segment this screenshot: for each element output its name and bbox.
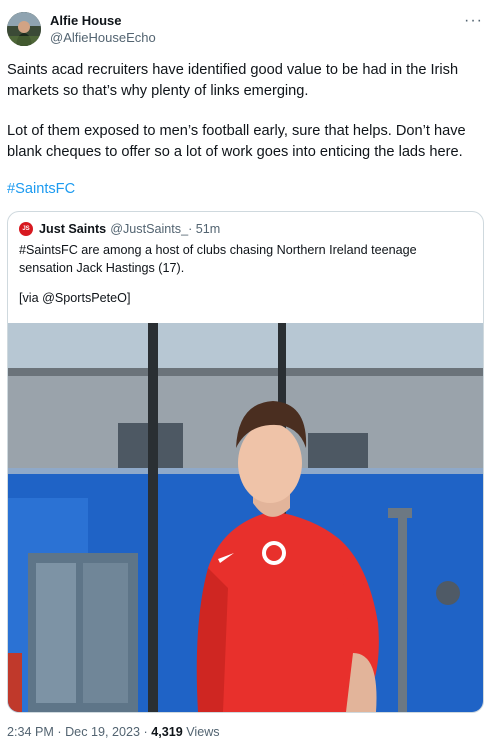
tweet: Alfie House @AlfieHouseEcho ··· Saints a… <box>0 0 497 750</box>
more-options-icon[interactable]: ··· <box>464 12 483 30</box>
avatar-image <box>7 12 41 46</box>
views-count: 4,319 <box>151 725 183 739</box>
tweet-timestamp[interactable]: 2:34 PM · Dec 19, 2023 · <box>7 725 151 739</box>
author-handle[interactable]: @AlfieHouseEcho <box>50 30 156 46</box>
quoted-tweet-time[interactable]: · 51m <box>188 222 220 236</box>
author-name[interactable]: Alfie House <box>50 13 156 29</box>
quoted-tweet-text: #SaintsFC are among a host of clubs chas… <box>19 243 417 275</box>
quoted-author-handle[interactable]: @JustSaints_ <box>110 222 188 236</box>
quoted-tweet-header: JS Just Saints @JustSaints_ · 51m <box>19 222 220 236</box>
quoted-tweet-via: [via @SportsPeteO] <box>19 291 131 305</box>
tweet-text-paragraph-2: Lot of them exposed to men’s football ea… <box>7 123 466 160</box>
just-saints-logo-icon: JS <box>19 222 33 236</box>
views-label: Views <box>182 725 220 739</box>
quoted-author-name[interactable]: Just Saints <box>39 222 106 236</box>
tweet-meta: 2:34 PM · Dec 19, 2023 · 4,319 Views <box>7 725 220 739</box>
tweet-text-paragraph-1: Saints acad recruiters have identified g… <box>7 62 459 99</box>
author-avatar[interactable] <box>7 12 41 46</box>
player-photo[interactable] <box>8 323 483 712</box>
quoted-tweet[interactable]: JS Just Saints @JustSaints_ · 51m #Saint… <box>7 211 484 713</box>
author-block: Alfie House @AlfieHouseEcho <box>50 13 156 46</box>
hashtag-link[interactable]: #SaintsFC <box>7 181 75 197</box>
